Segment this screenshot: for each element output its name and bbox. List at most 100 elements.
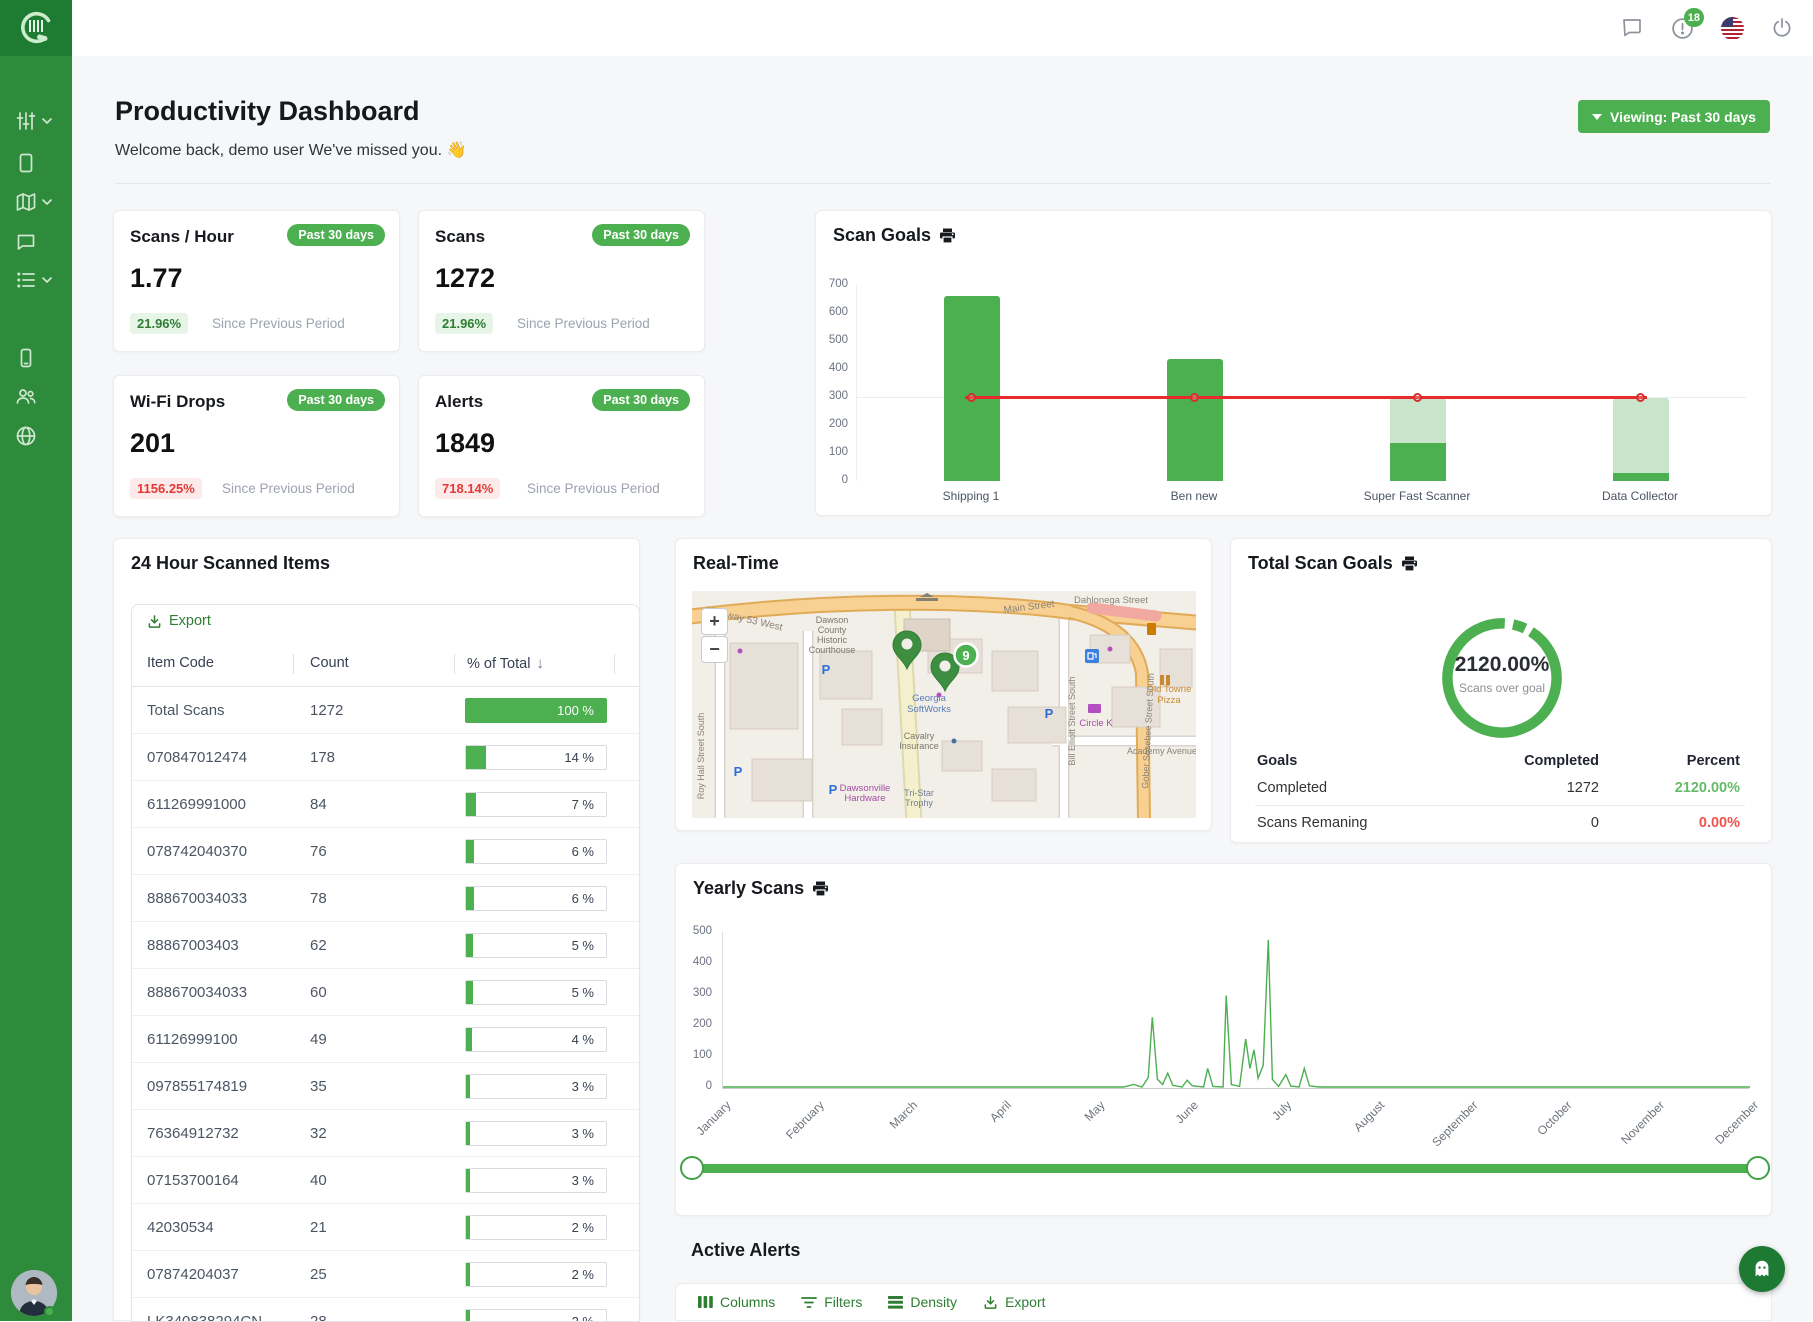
pct-bar: 5 % [465,933,607,958]
stat-card-alerts: Alerts Past 30 days 1849 718.14% Since P… [418,375,705,517]
y-tick: 100 [816,446,848,458]
item-code: 611269991000 [147,796,246,813]
y-tick: 0 [680,1080,712,1092]
table-row[interactable]: 078742040370766 % [132,828,639,875]
table-row[interactable]: 76364912732323 % [132,1110,639,1157]
col-header-count[interactable]: Count [310,655,349,671]
month-label: February [783,1098,827,1142]
sidebar-item-settings[interactable] [14,108,58,134]
month-label: June [1172,1098,1200,1126]
item-code: 76364912732 [147,1125,239,1142]
goals-row-label: Completed [1257,780,1327,796]
table-row[interactable]: 888670034033786 % [132,875,639,922]
range-slider-track[interactable] [691,1164,1758,1173]
goal-bar[interactable] [1613,473,1669,481]
pct-bar: 6 % [465,839,607,864]
pct-bar: 7 % [465,792,607,817]
alerts-export-button[interactable]: Export [983,1294,1045,1310]
pct-bar: 3 % [465,1074,607,1099]
table-row[interactable]: Total Scans1272100 % [132,687,639,734]
table-row[interactable]: 097855174819353 % [132,1063,639,1110]
chevron-down-icon [42,118,52,125]
table-row[interactable]: 07874204037252 % [132,1251,639,1298]
sidebar-item-users[interactable] [14,383,58,409]
item-count: 1272 [310,702,343,719]
stat-caption: Since Previous Period [527,481,660,496]
sidebar-item-web[interactable] [14,423,58,449]
table-row[interactable]: LK340838294CN282 % [132,1298,639,1322]
item-count: 40 [310,1172,327,1189]
table-row[interactable]: 888670034033605 % [132,969,639,1016]
x-axis-label: Super Fast Scanner [1297,489,1537,503]
sidebar-item-lists[interactable] [14,267,58,293]
pct-bar: 14 % [465,745,607,770]
col-header-pct[interactable]: % of Total↓ [467,655,544,672]
list-icon [14,268,38,292]
goal-bar[interactable] [1167,359,1223,481]
stat-delta: 718.14% [435,478,500,499]
month-label: December [1712,1098,1761,1147]
sidebar-item-messages[interactable] [14,229,58,255]
map-zoom-in-button[interactable]: + [701,608,728,635]
month-label: May [1081,1098,1107,1124]
sidebar-item-devices[interactable] [14,150,58,176]
pct-bar: 100 % [465,698,607,723]
period-pill: Past 30 days [287,224,385,246]
print-icon[interactable] [812,881,829,897]
stat-card-scans-per-hour: Scans / Hour Past 30 days 1.77 21.96% Si… [113,210,400,352]
table-row[interactable]: 61126999100494 % [132,1016,639,1063]
item-count: 178 [310,749,335,766]
stat-title: Scans [435,227,485,247]
sidebar-item-phone[interactable] [14,345,58,371]
donut-caption: Scans over goal [1379,681,1625,695]
yearly-line [723,940,1750,1087]
map-zoom-out-button[interactable]: − [701,636,728,663]
viewing-label: Viewing: Past 30 days [1610,109,1756,125]
month-label: September [1429,1098,1480,1149]
item-count: 84 [310,796,327,813]
y-tick: 500 [680,925,712,937]
month-label: January [694,1098,734,1138]
col-header-item-code[interactable]: Item Code [147,655,214,671]
item-code: 888670034033 [147,984,247,1001]
stat-caption: Since Previous Period [212,316,345,331]
columns-button[interactable]: Columns [698,1294,775,1310]
density-button[interactable]: Density [888,1294,957,1310]
table-row[interactable]: 07153700164403 % [132,1157,639,1204]
logout-power-icon[interactable] [1769,15,1795,41]
goal-bar[interactable] [1390,443,1446,481]
range-slider-handle-right[interactable] [1746,1156,1770,1180]
table-row[interactable]: 42030534212 % [132,1204,639,1251]
header-divider [115,183,1770,184]
realtime-map[interactable]: PPPP Highway 53 West Main Street Dahlone… [692,591,1196,818]
language-flag-icon[interactable] [1719,15,1745,41]
table-row[interactable]: 611269991000 84 7 % [132,781,639,828]
sidebar-item-maps[interactable] [14,189,58,215]
alerts-bell-icon[interactable]: 18 [1669,15,1695,41]
table-row[interactable]: 88867003403625 % [132,922,639,969]
chat-icon[interactable] [1619,15,1645,41]
stat-delta: 1156.25% [130,478,202,499]
item-count: 25 [310,1266,327,1283]
pct-bar: 2 % [465,1215,607,1240]
svg-text:Historic: Historic [817,635,848,645]
goal-line-marker [967,393,976,402]
item-count: 60 [310,984,327,1001]
goals-col-header: Goals [1257,753,1297,769]
app-logo[interactable] [0,0,72,56]
range-slider-handle-left[interactable] [680,1156,704,1180]
svg-text:SoftWorks: SoftWorks [907,704,951,715]
feedback-fab-button[interactable] [1739,1246,1785,1292]
period-pill: Past 30 days [592,224,690,246]
app-root: 18 [0,0,1813,1321]
viewing-period-dropdown[interactable]: Viewing: Past 30 days [1578,100,1770,133]
print-icon[interactable] [1401,556,1418,572]
pct-bar: 2 % [465,1309,607,1322]
print-icon[interactable] [939,228,956,244]
export-button[interactable]: Export [147,613,211,629]
goal-line-marker [1636,393,1645,402]
active-alerts-title: Active Alerts [691,1240,800,1261]
goal-bar[interactable] [944,296,1000,481]
filters-button[interactable]: Filters [801,1294,862,1310]
table-row[interactable]: 07084701247417814 % [132,734,639,781]
